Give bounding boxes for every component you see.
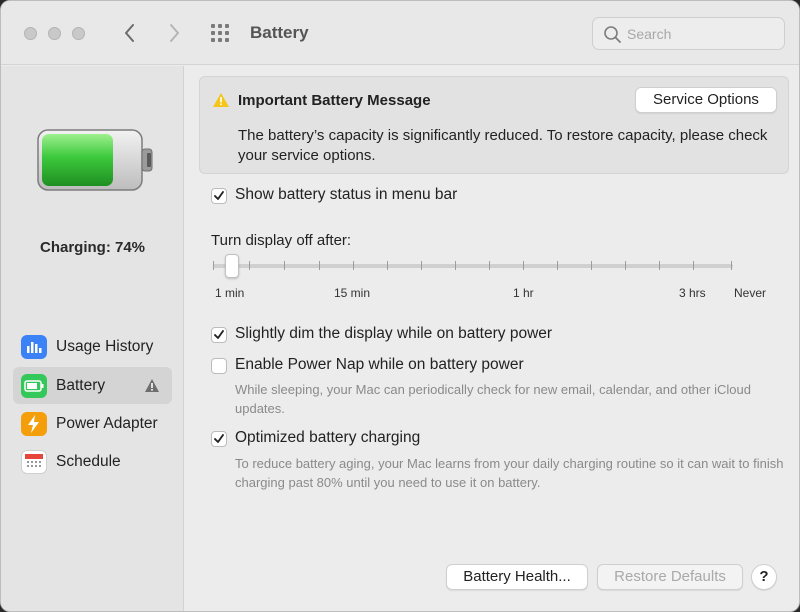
slider-tick bbox=[523, 261, 524, 270]
message-body: The battery’s capacity is significantly … bbox=[238, 127, 768, 164]
sidebar-item-battery[interactable]: Battery bbox=[13, 367, 172, 404]
help-button[interactable]: ? bbox=[751, 564, 777, 590]
display-off-slider-track[interactable] bbox=[213, 264, 733, 268]
dim-display-label: Slightly dim the display while on batter… bbox=[235, 325, 553, 342]
power-nap-label: Enable Power Nap while on battery power bbox=[235, 356, 524, 373]
slider-tick bbox=[625, 261, 626, 270]
slider-tick bbox=[353, 261, 354, 270]
slider-tick bbox=[387, 261, 388, 270]
optimized-charging-description: To reduce battery aging, your Mac learns… bbox=[235, 456, 784, 490]
sidebar-item-schedule[interactable]: Schedule bbox=[13, 443, 172, 480]
menu-bar-label: Show battery status in menu bar bbox=[235, 186, 458, 203]
power-nap-checkbox[interactable] bbox=[211, 358, 227, 374]
zoom-window-button[interactable] bbox=[72, 27, 85, 40]
restore-defaults-button[interactable]: Restore Defaults bbox=[597, 564, 743, 590]
slider-tick bbox=[249, 261, 250, 270]
warning-icon bbox=[213, 93, 229, 107]
service-options-button[interactable]: Service Options bbox=[635, 87, 777, 113]
show-all-grid-icon[interactable] bbox=[211, 24, 233, 42]
menu-bar-checkbox[interactable] bbox=[211, 188, 227, 204]
charging-status: Charging: 74% bbox=[39, 239, 145, 256]
checkmark-icon bbox=[214, 434, 224, 443]
display-off-label: Turn display off after: bbox=[211, 232, 352, 249]
slider-tick bbox=[421, 261, 422, 270]
close-window-button[interactable] bbox=[24, 27, 37, 40]
tick-label-never: Never bbox=[734, 286, 767, 300]
title-bar: Battery bbox=[1, 1, 799, 65]
preferences-window: Battery Search Charging: 74% Usage Histo… bbox=[0, 0, 800, 612]
slider-tick bbox=[213, 261, 214, 270]
slider-tick bbox=[489, 261, 490, 270]
sidebar-item-label: Battery bbox=[56, 377, 106, 394]
search-icon bbox=[604, 26, 621, 43]
chevron-left-icon bbox=[125, 24, 134, 42]
sidebar-item-label: Power Adapter bbox=[56, 415, 158, 432]
sidebar-item-label: Schedule bbox=[56, 453, 121, 470]
battery-icon bbox=[21, 374, 47, 398]
sidebar-item-power-adapter[interactable]: Power Adapter bbox=[13, 405, 172, 442]
tick-label-1-min: 1 min bbox=[215, 286, 245, 300]
important-message-box: Important Battery Message Service Option… bbox=[199, 76, 789, 174]
search-input[interactable] bbox=[627, 23, 777, 45]
slider-tick bbox=[284, 261, 285, 270]
back-button[interactable] bbox=[120, 19, 140, 47]
chevron-right-icon bbox=[170, 24, 179, 42]
slider-tick bbox=[693, 261, 694, 270]
slider-tick bbox=[319, 261, 320, 270]
display-off-slider-knob[interactable] bbox=[225, 254, 239, 278]
tick-label-15-min: 15 min bbox=[334, 286, 371, 300]
checkmark-icon bbox=[214, 191, 224, 200]
slider-tick bbox=[557, 261, 558, 270]
lightning-icon bbox=[21, 412, 47, 436]
slider-tick bbox=[731, 261, 732, 270]
optimized-charging-checkbox[interactable] bbox=[211, 431, 227, 447]
sidebar-item-label: Usage History bbox=[56, 338, 154, 355]
slider-tick bbox=[659, 261, 660, 270]
tick-label-1-hr: 1 hr bbox=[513, 286, 534, 300]
optimized-charging-label: Optimized battery charging bbox=[235, 429, 421, 446]
warning-icon bbox=[145, 379, 159, 392]
sidebar: Charging: 74% Usage History Battery Powe… bbox=[1, 66, 184, 611]
battery-health-button[interactable]: Battery Health... bbox=[446, 564, 588, 590]
checkmark-icon bbox=[214, 330, 224, 339]
slider-tick bbox=[455, 261, 456, 270]
forward-button[interactable] bbox=[164, 19, 184, 47]
tick-label-3-hrs: 3 hrs bbox=[679, 286, 706, 300]
battery-level-icon bbox=[37, 129, 153, 191]
calendar-icon bbox=[21, 450, 47, 474]
dim-display-checkbox[interactable] bbox=[211, 327, 227, 343]
search-field[interactable] bbox=[592, 17, 785, 50]
message-title: Important Battery Message bbox=[238, 92, 431, 109]
power-nap-description: While sleeping, your Mac can periodicall… bbox=[235, 382, 751, 416]
minimize-window-button[interactable] bbox=[48, 27, 61, 40]
bar-chart-icon bbox=[21, 335, 47, 359]
window-title: Battery bbox=[250, 23, 309, 42]
slider-tick bbox=[591, 261, 592, 270]
sidebar-item-usage-history[interactable]: Usage History bbox=[13, 328, 172, 365]
